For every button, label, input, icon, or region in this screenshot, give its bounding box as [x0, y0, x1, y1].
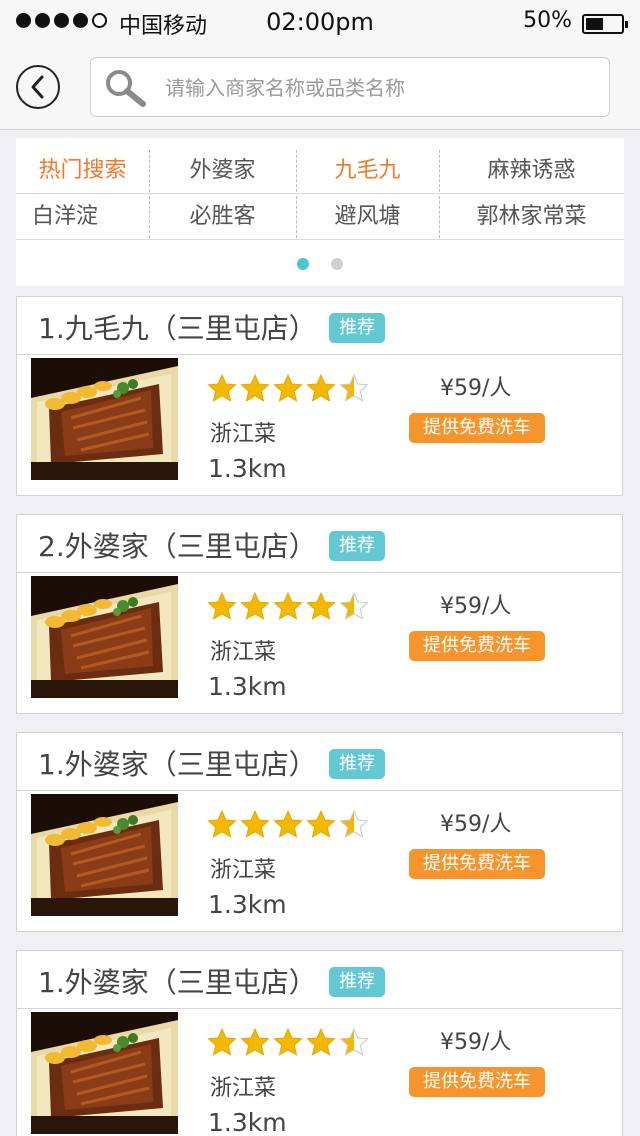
star-icon: [273, 810, 303, 838]
rating-stars: [207, 374, 369, 402]
restaurant-name: 1.九毛九（三里屯店）: [38, 312, 317, 345]
price-per-person: ¥59/人: [440, 594, 512, 619]
star-icon: [306, 1028, 336, 1056]
star-icon: [240, 374, 270, 402]
star-icon: [240, 1028, 270, 1056]
star-icon: [306, 810, 336, 838]
distance-label: 1.3km: [208, 1108, 287, 1136]
star-icon: [207, 810, 237, 838]
star-icon: [273, 592, 303, 620]
status-bar: 中国移动 02:00pm 50%: [0, 0, 640, 44]
star-icon: [339, 592, 369, 620]
price-per-person: ¥59/人: [440, 376, 512, 401]
header-bar: [0, 44, 640, 130]
restaurant-card[interactable]: 1.九毛九（三里屯店） 推荐 浙江菜 1.3km ¥59/人 提供免费洗车: [16, 296, 623, 496]
rating-stars: [207, 810, 369, 838]
distance-label: 1.3km: [208, 890, 287, 919]
price-per-person: ¥59/人: [440, 1030, 512, 1055]
recommend-badge: 推荐: [329, 967, 385, 997]
restaurant-name: 1.外婆家（三里屯店）: [38, 748, 317, 781]
restaurant-card[interactable]: 1.外婆家（三里屯店） 推荐 浙江菜 1.3km ¥59/人 提供免费洗车: [16, 950, 623, 1136]
card-title-bar: 1.外婆家（三里屯店） 推荐: [17, 951, 622, 1009]
star-icon: [339, 374, 369, 402]
search-box[interactable]: [90, 57, 610, 117]
chevron-left-icon: [31, 75, 44, 99]
page-dot[interactable]: [331, 258, 343, 270]
restaurant-photo: [31, 358, 178, 480]
card-title-bar: 2.外婆家（三里屯店） 推荐: [17, 515, 622, 573]
promo-badge: 提供免费洗车: [409, 1067, 545, 1097]
hot-search-item[interactable]: 必胜客: [149, 194, 296, 240]
page-dot-active[interactable]: [297, 258, 309, 270]
star-icon: [273, 1028, 303, 1056]
promo-badge: 提供免费洗车: [409, 849, 545, 879]
hot-search-item[interactable]: 九毛九: [296, 148, 439, 194]
hot-search-title: 热门搜索: [38, 158, 127, 183]
star-icon: [339, 810, 369, 838]
hot-search-item[interactable]: 避风塘: [296, 194, 439, 240]
hot-search-item[interactable]: 白洋淀: [16, 194, 114, 240]
star-icon: [207, 1028, 237, 1056]
distance-label: 1.3km: [208, 454, 287, 483]
cuisine-label: 浙江菜: [210, 640, 277, 665]
card-title-bar: 1.九毛九（三里屯店） 推荐: [17, 297, 622, 355]
rating-stars: [207, 1028, 369, 1056]
restaurant-name: 1.外婆家（三里屯店）: [38, 966, 317, 999]
restaurant-photo: [31, 576, 178, 698]
battery-percentage: 50%: [523, 8, 572, 33]
restaurant-name: 2.外婆家（三里屯店）: [38, 530, 317, 563]
cuisine-label: 浙江菜: [210, 858, 277, 883]
recommend-badge: 推荐: [329, 749, 385, 779]
page-indicator[interactable]: [16, 258, 624, 270]
restaurant-photo: [31, 794, 178, 916]
star-icon: [207, 592, 237, 620]
star-icon: [306, 592, 336, 620]
restaurant-card[interactable]: 2.外婆家（三里屯店） 推荐 浙江菜 1.3km ¥59/人 提供免费洗车: [16, 514, 623, 714]
search-input[interactable]: [165, 66, 595, 110]
rating-stars: [207, 592, 369, 620]
promo-badge: 提供免费洗车: [409, 631, 545, 661]
hot-search-row-2: 白洋淀 必胜客 避风塘 郭林家常菜: [16, 194, 624, 240]
hot-search-item[interactable]: 郭林家常菜: [439, 194, 624, 240]
recommend-badge: 推荐: [329, 531, 385, 561]
star-icon: [207, 374, 237, 402]
hot-search-item[interactable]: 麻辣诱惑: [439, 148, 624, 194]
back-button[interactable]: [16, 65, 60, 109]
star-icon: [273, 374, 303, 402]
promo-badge: 提供免费洗车: [409, 413, 545, 443]
price-per-person: ¥59/人: [440, 812, 512, 837]
battery-icon: [582, 14, 628, 34]
star-icon: [339, 1028, 369, 1056]
distance-label: 1.3km: [208, 672, 287, 701]
star-icon: [240, 592, 270, 620]
recommend-badge: 推荐: [329, 313, 385, 343]
star-icon: [240, 810, 270, 838]
hot-search-row-1: 热门搜索 外婆家 九毛九 麻辣诱惑: [16, 148, 624, 194]
search-icon: [106, 70, 146, 107]
cuisine-label: 浙江菜: [210, 1076, 277, 1101]
cuisine-label: 浙江菜: [210, 422, 277, 447]
restaurant-photo: [31, 1012, 178, 1134]
card-title-bar: 1.外婆家（三里屯店） 推荐: [17, 733, 622, 791]
hot-search-item[interactable]: 外婆家: [149, 148, 296, 194]
star-icon: [306, 374, 336, 402]
hot-search-panel: 热门搜索 外婆家 九毛九 麻辣诱惑 白洋淀 必胜客 避风塘 郭林家常菜: [16, 138, 624, 286]
restaurant-card[interactable]: 1.外婆家（三里屯店） 推荐 浙江菜 1.3km ¥59/人 提供免费洗车: [16, 732, 623, 932]
